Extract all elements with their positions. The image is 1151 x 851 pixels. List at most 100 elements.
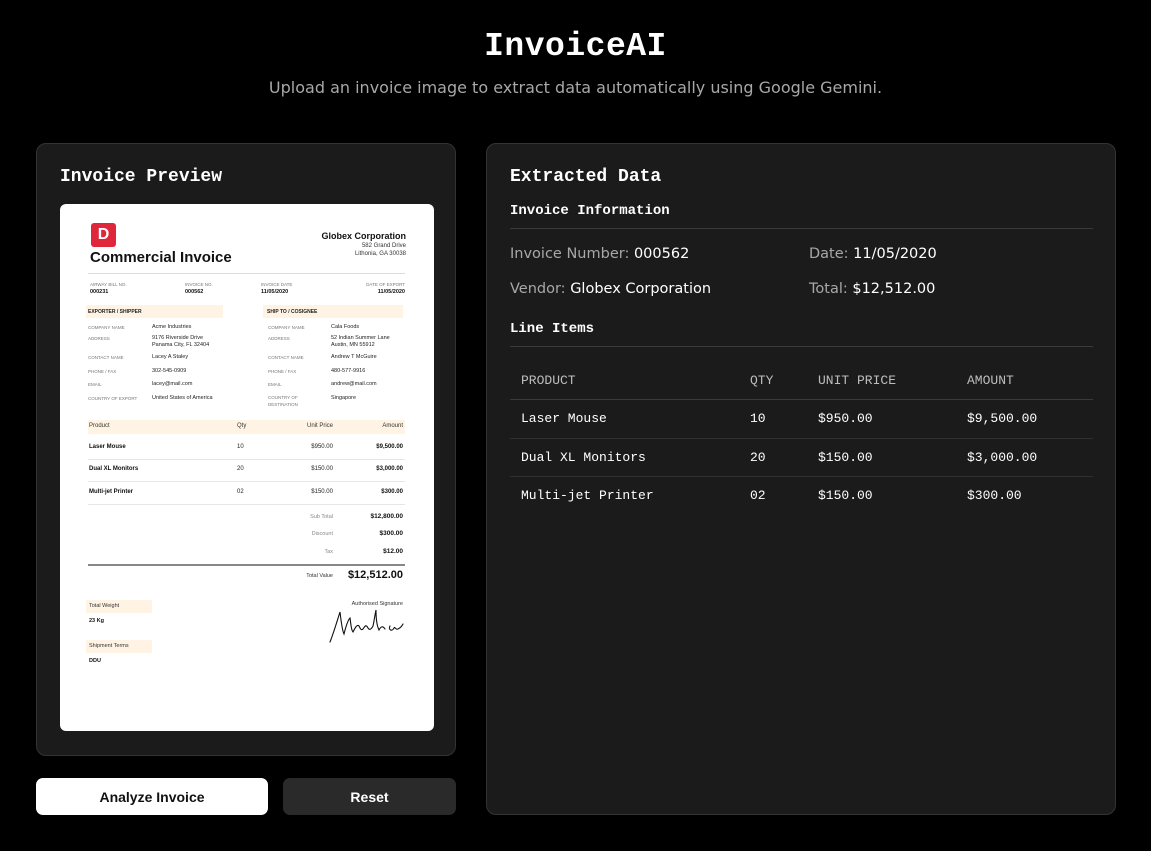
th-unit-price: UNIT PRICE (818, 373, 897, 388)
shipper-title: EXPORTER / SHIPPER (88, 309, 142, 315)
line-item-qty: 02 (750, 488, 766, 503)
invoice-row-unit-price: $150.00 (311, 466, 333, 472)
line-item-product: Dual XL Monitors (521, 450, 646, 465)
line-item-unit-price: $150.00 (818, 488, 873, 503)
consignee-value: 480-577-9916 (331, 368, 366, 374)
extracted-data-panel: Extracted Data Invoice Information Invoi… (486, 143, 1116, 815)
consignee-label: EMAIL (268, 382, 282, 387)
line-item-unit-price: $950.00 (818, 411, 873, 426)
shipper-value: Acme Industries (152, 324, 192, 330)
line-item-amount: $3,000.00 (967, 450, 1038, 465)
consignee-band: SHIP TO / COSIGNEE (263, 305, 403, 318)
subtotal-value: $12,800.00 (370, 513, 403, 520)
shipper-label: ADDRESS (88, 336, 110, 341)
invoice-doc-title: Commercial Invoice (90, 249, 232, 266)
meta-label: AIRWAY BILL NO. (90, 282, 127, 287)
tax-label: Tax (324, 549, 333, 555)
shipper-label: CONTACT NAME (88, 355, 124, 360)
invoice-number-value: 000562 (633, 246, 690, 262)
line-item-qty: 10 (750, 411, 766, 426)
invoice-row-qty: 02 (237, 489, 244, 495)
shipper-label: COUNTRY OF EXPORT (88, 396, 138, 401)
table-row-divider (510, 476, 1093, 477)
consignee-label: COMPANY NAME (268, 325, 305, 330)
company-logo: D (91, 223, 116, 247)
consignee-value: 52 Indian Summer Lane (331, 335, 390, 341)
shipper-label: EMAIL (88, 382, 102, 387)
analyze-invoice-button[interactable]: Analyze Invoice (36, 778, 268, 815)
total-weight-label: Total Weight (89, 603, 120, 609)
invoice-preview-panel: Invoice Preview D Commercial Invoice Glo… (36, 143, 456, 756)
invoice-company-name: Globex Corporation (321, 231, 406, 241)
app-title: InvoiceAI (484, 28, 667, 65)
date-label: Date: (809, 246, 849, 262)
shipment-terms-label: Shipment Terms (89, 643, 129, 649)
terms-band: Shipment Terms (86, 640, 152, 653)
reset-button[interactable]: Reset (283, 778, 456, 815)
invoice-row-divider (88, 459, 405, 460)
shipper-value: United States of America (152, 395, 213, 401)
line-item-product: Multi-jet Printer (521, 488, 654, 503)
vendor-label: Vendor: (510, 281, 566, 297)
invoice-row-qty: 20 (237, 466, 244, 472)
consignee-value: Singapore (331, 395, 357, 401)
invoice-company-address-1: 582 Grand Drive (361, 243, 406, 249)
date-value: 11/05/2020 (853, 246, 937, 262)
consignee-title: SHIP TO / COSIGNEE (267, 309, 318, 315)
invoice-row-product: Dual XL Monitors (89, 466, 139, 472)
consignee-value: Cala Foods (331, 324, 360, 330)
invoice-th-product: Product (89, 423, 110, 429)
table-row-divider (510, 438, 1093, 439)
vendor-value: Globex Corporation (570, 281, 712, 297)
consignee-label: COUNTRY OF (268, 395, 298, 400)
invoice-row-amount: $9,500.00 (376, 444, 403, 450)
consignee-value: andrew@mail.com (331, 381, 377, 387)
invoice-row-qty: 10 (237, 444, 244, 450)
invoice-th-unit-price: Unit Price (306, 423, 333, 429)
consignee-label: DESTINATION (268, 402, 298, 407)
meta-value: 11/05/2020 (377, 289, 405, 295)
total-label: Total: (809, 281, 848, 297)
extracted-panel-title: Extracted Data (510, 167, 662, 187)
invoice-row-unit-price: $950.00 (311, 444, 333, 450)
invoice-th-qty: Qty (237, 423, 247, 429)
consignee-value: Austin, MN 55912 (331, 342, 375, 348)
invoice-row-product: Multi-jet Printer (89, 489, 134, 495)
shipper-band: EXPORTER / SHIPPER (86, 305, 223, 318)
signature-image (329, 609, 404, 643)
invoice-image: D Commercial Invoice Globex Corporation … (60, 204, 434, 731)
th-amount: AMOUNT (967, 373, 1014, 388)
invoice-table-header (88, 420, 405, 434)
line-item-product: Laser Mouse (521, 411, 607, 426)
shipper-value: Lacey A Staley (152, 354, 189, 360)
invoice-company-address-2: Lithonia, GA 30038 (354, 251, 406, 257)
line-item-amount: $9,500.00 (967, 411, 1038, 426)
total-value: $12,512.00 (852, 281, 936, 297)
line-item-qty: 20 (750, 450, 766, 465)
shipper-value: lacey@mail.com (152, 381, 193, 387)
invoice-information-title: Invoice Information (510, 203, 670, 219)
discount-label: Discount (311, 531, 333, 537)
invoice-number-field: Invoice Number: 000562 (510, 246, 689, 262)
date-field: Date: 11/05/2020 (809, 246, 937, 262)
section-divider (510, 346, 1093, 347)
invoice-th-amount: Amount (382, 423, 403, 429)
shipper-value: 302-545-0909 (152, 368, 187, 374)
table-row-divider (510, 399, 1093, 400)
invoice-row-divider (88, 504, 405, 505)
section-divider (510, 228, 1093, 229)
shipper-value: 9176 Riverside Drive (152, 335, 204, 341)
consignee-value: Andrew T McGuire (331, 354, 377, 360)
total-weight-value: 23 Kg (89, 618, 104, 624)
weight-band: Total Weight (86, 600, 152, 613)
consignee-label: ADDRESS (268, 336, 290, 341)
line-item-amount: $300.00 (967, 488, 1022, 503)
invoice-row-amount: $3,000.00 (376, 466, 403, 472)
invoice-row-divider (88, 481, 405, 482)
invoice-divider (88, 273, 405, 274)
th-qty: QTY (750, 373, 774, 388)
invoice-row-unit-price: $150.00 (311, 489, 333, 495)
meta-label: INVOICE NO. (185, 282, 213, 287)
th-product: PRODUCT (521, 373, 576, 388)
discount-value: $300.00 (379, 530, 404, 537)
